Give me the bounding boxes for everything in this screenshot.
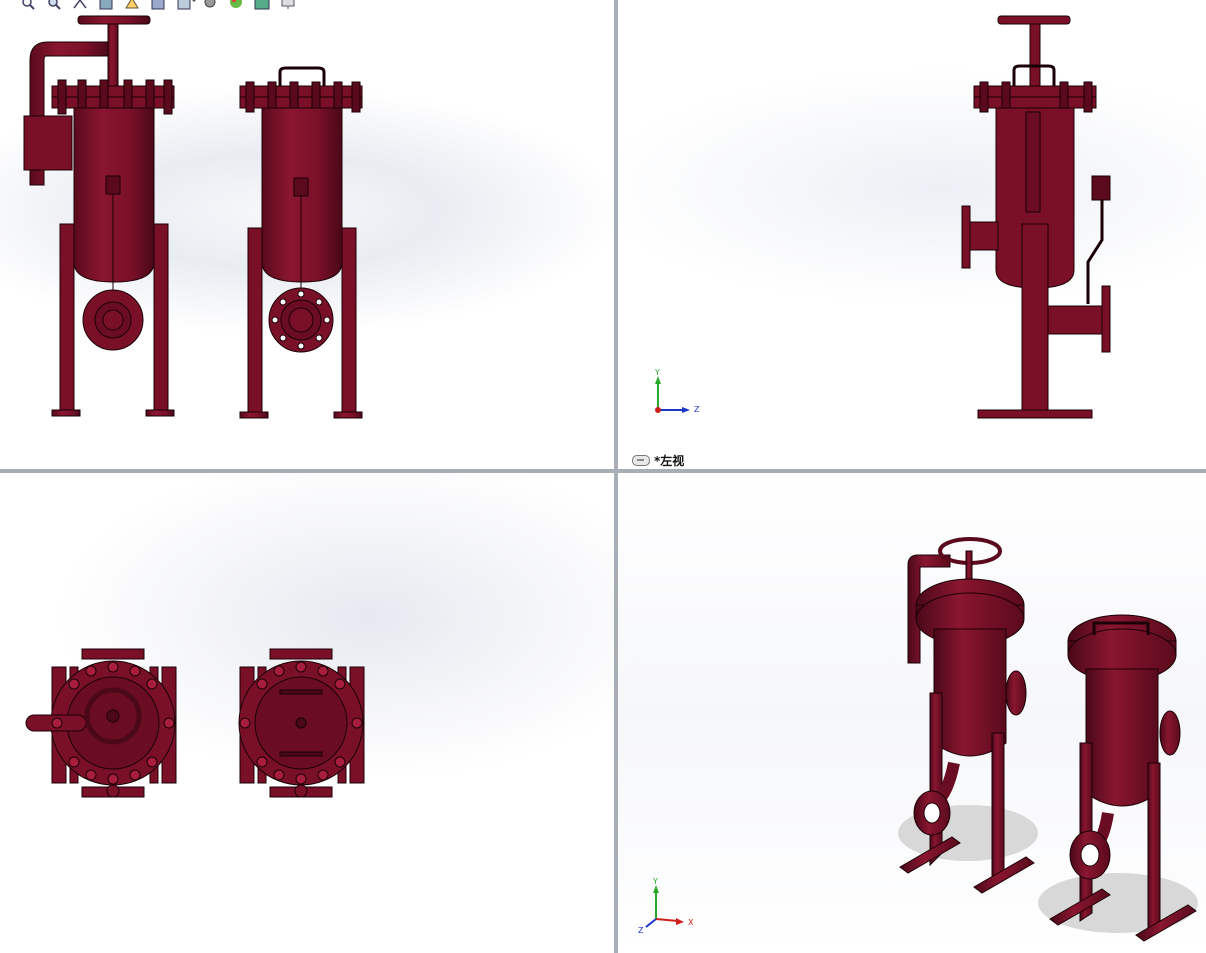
zoom-to-area-icon[interactable] xyxy=(44,0,66,14)
edit-appearance-icon[interactable] xyxy=(226,0,248,14)
model-front-view[interactable] xyxy=(0,0,614,469)
viewport-isometric[interactable]: Y X Z xyxy=(618,473,1206,953)
view-settings-icon[interactable] xyxy=(278,0,300,14)
viewport-front[interactable] xyxy=(0,0,614,469)
triad-z-label: Z xyxy=(694,405,700,414)
view-name-label[interactable]: *左视 xyxy=(632,452,684,468)
triad-x-label: X xyxy=(688,918,694,927)
triad-y-label: Y xyxy=(652,877,658,886)
viewport-top[interactable] xyxy=(0,473,614,953)
triad-y-label: Y xyxy=(654,368,660,377)
axis-triad-left-view: Y Z xyxy=(654,368,700,414)
filter-2-front xyxy=(239,66,363,419)
zoom-to-fit-icon[interactable] xyxy=(18,0,40,14)
model-isometric-view[interactable] xyxy=(618,473,1206,953)
dynamic-annotation-icon[interactable] xyxy=(122,0,144,14)
apply-scene-icon[interactable] xyxy=(252,0,274,14)
viewport-left[interactable]: Y Z xyxy=(618,0,1206,469)
viewport-splitter-horizontal[interactable] xyxy=(0,469,1206,473)
model-top-view[interactable] xyxy=(0,473,614,953)
view-orientation-icon[interactable] xyxy=(148,0,170,14)
display-style-icon[interactable] xyxy=(174,0,196,14)
filter-1-front xyxy=(23,15,175,417)
hide-show-items-icon[interactable] xyxy=(200,0,222,14)
view-toolbar xyxy=(18,0,300,14)
axis-triad-isometric: Y X Z xyxy=(638,877,694,933)
link-views-icon[interactable] xyxy=(632,454,650,466)
section-view-icon[interactable] xyxy=(96,0,118,14)
previous-view-icon[interactable] xyxy=(70,0,92,14)
viewport-splitter-vertical[interactable] xyxy=(614,0,618,953)
triad-z-label: Z xyxy=(638,926,644,933)
view-name-text: *左视 xyxy=(654,453,685,468)
